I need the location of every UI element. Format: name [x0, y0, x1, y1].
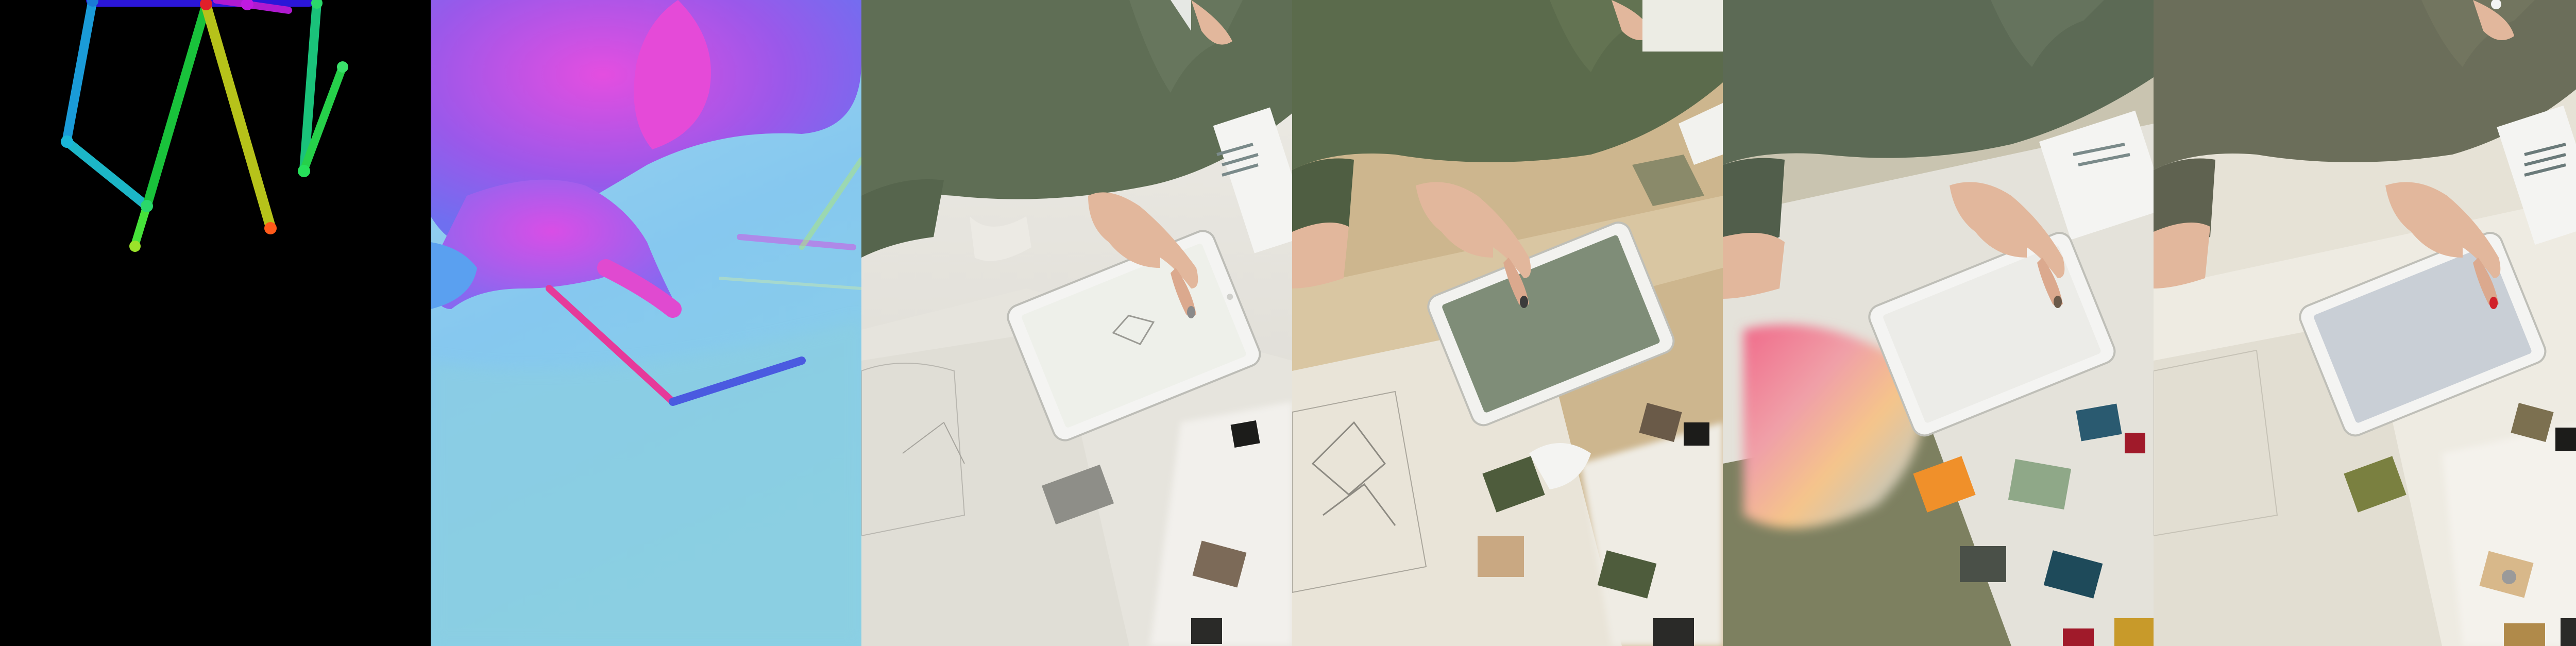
photo-panel-grey	[2154, 0, 2576, 646]
photo-scene	[861, 0, 1292, 646]
photo-scene	[2154, 0, 2576, 646]
image-strip	[0, 0, 2576, 646]
photo-scene	[1292, 0, 1723, 646]
photo-scene	[1723, 0, 2154, 646]
photo-panel-color	[1723, 0, 2154, 646]
pose-skeleton-panel	[0, 0, 431, 646]
normal-map-icon	[431, 0, 861, 646]
normal-map-panel	[431, 0, 861, 646]
pose-skeleton-icon	[0, 0, 431, 646]
photo-panel-tan	[1292, 0, 1723, 646]
photo-panel-light	[861, 0, 1292, 646]
